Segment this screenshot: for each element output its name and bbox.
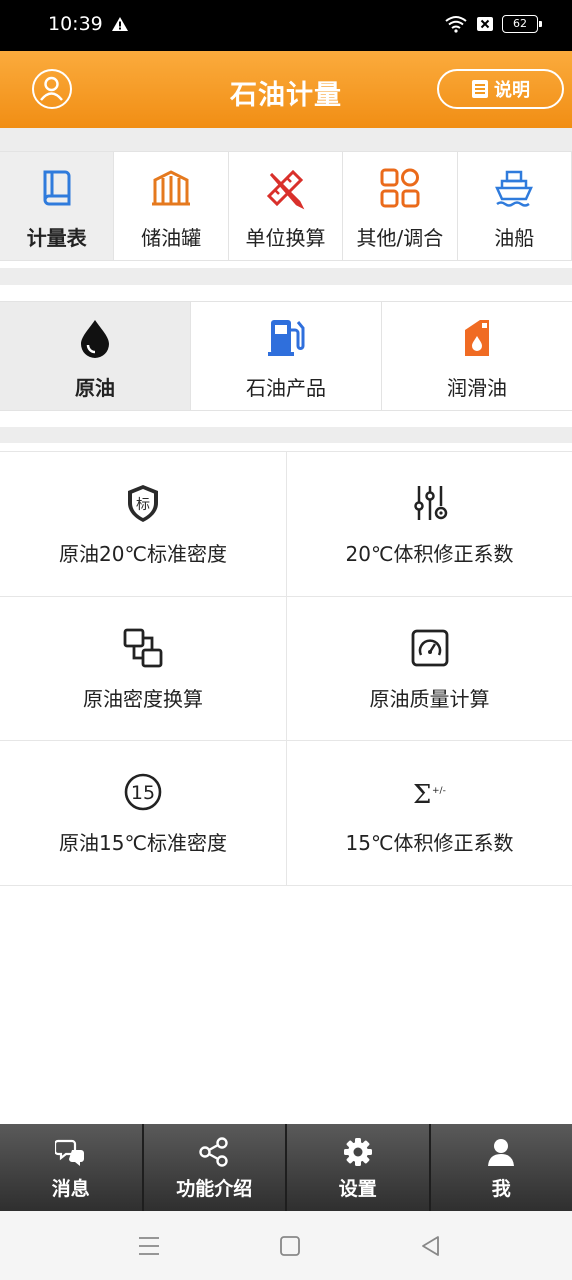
document-icon	[472, 80, 488, 98]
nav-label: 功能介绍	[176, 1178, 253, 1200]
function-label: 15℃体积修正系数	[345, 831, 514, 855]
battery-icon: 62	[502, 15, 542, 33]
nav-messages[interactable]: 消息	[0, 1124, 144, 1211]
tab-label: 原油	[75, 376, 115, 400]
crude-15c-standard-density[interactable]: 15 原油15℃标准密度	[0, 741, 287, 886]
warning-icon	[112, 17, 128, 31]
circle-glyph: 15	[131, 782, 155, 804]
status-bar: 10:39 62	[0, 0, 572, 51]
tab-label: 单位换算	[245, 226, 326, 250]
no-sim-icon	[477, 17, 493, 31]
book-icon	[43, 170, 71, 206]
tab-meter-table[interactable]: 计量表	[0, 152, 115, 260]
ship-icon	[495, 170, 534, 207]
function-label: 原油15℃标准密度	[59, 831, 227, 855]
nav-features[interactable]: 功能介绍	[144, 1124, 287, 1211]
status-time: 10:39	[48, 13, 103, 35]
tab-lubricant[interactable]: 润滑油	[382, 302, 572, 410]
oil-can-icon	[465, 320, 489, 356]
nav-me[interactable]: 我	[431, 1124, 572, 1211]
oil-drop-icon	[81, 320, 109, 358]
tab-label: 石油产品	[246, 376, 326, 400]
share-icon	[199, 1137, 228, 1167]
sigma-glyph: Σ	[413, 780, 431, 810]
user-icon	[488, 1139, 515, 1166]
nav-label: 消息	[51, 1178, 90, 1200]
function-label: 原油20℃标准密度	[59, 542, 227, 566]
fuel-pump-icon	[268, 320, 305, 356]
tab-oil-tank[interactable]: 储油罐	[114, 152, 229, 260]
tab-unit-conversion[interactable]: 单位换算	[229, 152, 344, 260]
nav-settings[interactable]: 设置	[287, 1124, 431, 1211]
function-label: 原油密度换算	[83, 686, 203, 711]
sliders-icon	[413, 486, 447, 520]
tab-label: 其他/调合	[356, 226, 444, 250]
section-divider	[0, 128, 572, 151]
tab-petroleum-products[interactable]: 石油产品	[191, 302, 382, 410]
back-icon[interactable]	[418, 1233, 444, 1259]
wifi-icon	[445, 16, 467, 33]
ruler-pencil-icon	[267, 169, 305, 210]
help-label: 说明	[494, 80, 530, 101]
crude-20c-standard-density[interactable]: 标 原油20℃标准密度	[0, 452, 287, 597]
tab-label: 油船	[494, 226, 535, 250]
function-grid: 标 原油20℃标准密度 20℃体积修正系数 原油密度换算 原油质量计算 15 原…	[0, 451, 572, 886]
section-divider	[0, 427, 572, 443]
tab-crude-oil[interactable]: 原油	[0, 302, 191, 410]
sigma-icon: Σ +/-	[413, 780, 446, 810]
tank-icon	[152, 170, 191, 206]
sigma-sub-glyph: +/-	[432, 786, 446, 796]
tab-label: 润滑油	[447, 376, 507, 400]
system-nav-bar	[0, 1211, 572, 1280]
convert-squares-icon	[123, 628, 163, 667]
grid-icon	[380, 168, 420, 208]
gauge-icon	[411, 629, 448, 666]
chat-icon	[54, 1139, 84, 1166]
circle-15-icon: 15	[124, 773, 162, 811]
nav-label: 设置	[338, 1178, 377, 1200]
crude-mass-calculation[interactable]: 原油质量计算	[287, 597, 572, 741]
shield-standard-icon: 标	[128, 485, 158, 522]
category-tabs: 计量表 储油罐 单位换算 其他/调合 油船	[0, 151, 572, 261]
section-divider	[0, 268, 572, 285]
app-header: 石油计量 说明	[0, 51, 572, 128]
function-label: 20℃体积修正系数	[345, 542, 514, 566]
tab-label: 计量表	[26, 226, 87, 250]
status-indicators: 62	[444, 15, 542, 33]
home-icon[interactable]	[277, 1233, 303, 1259]
nav-label: 我	[491, 1178, 511, 1200]
tab-label: 储油罐	[141, 226, 202, 250]
crude-density-conversion[interactable]: 原油密度换算	[0, 596, 287, 741]
product-tabs: 原油 石油产品 润滑油	[0, 301, 572, 411]
gear-icon	[343, 1138, 372, 1166]
tab-other-blend[interactable]: 其他/调合	[343, 152, 458, 260]
tab-oil-ship[interactable]: 油船	[458, 152, 572, 260]
bottom-nav: 消息 功能介绍 设置 我	[0, 1124, 572, 1211]
menu-icon[interactable]	[136, 1233, 162, 1259]
volume-correction-20c[interactable]: 20℃体积修正系数	[287, 452, 572, 597]
volume-correction-15c[interactable]: Σ +/- 15℃体积修正系数	[287, 741, 572, 886]
help-button[interactable]: 说明	[437, 69, 564, 109]
shield-glyph: 标	[136, 497, 150, 513]
function-label: 原油质量计算	[369, 686, 490, 711]
